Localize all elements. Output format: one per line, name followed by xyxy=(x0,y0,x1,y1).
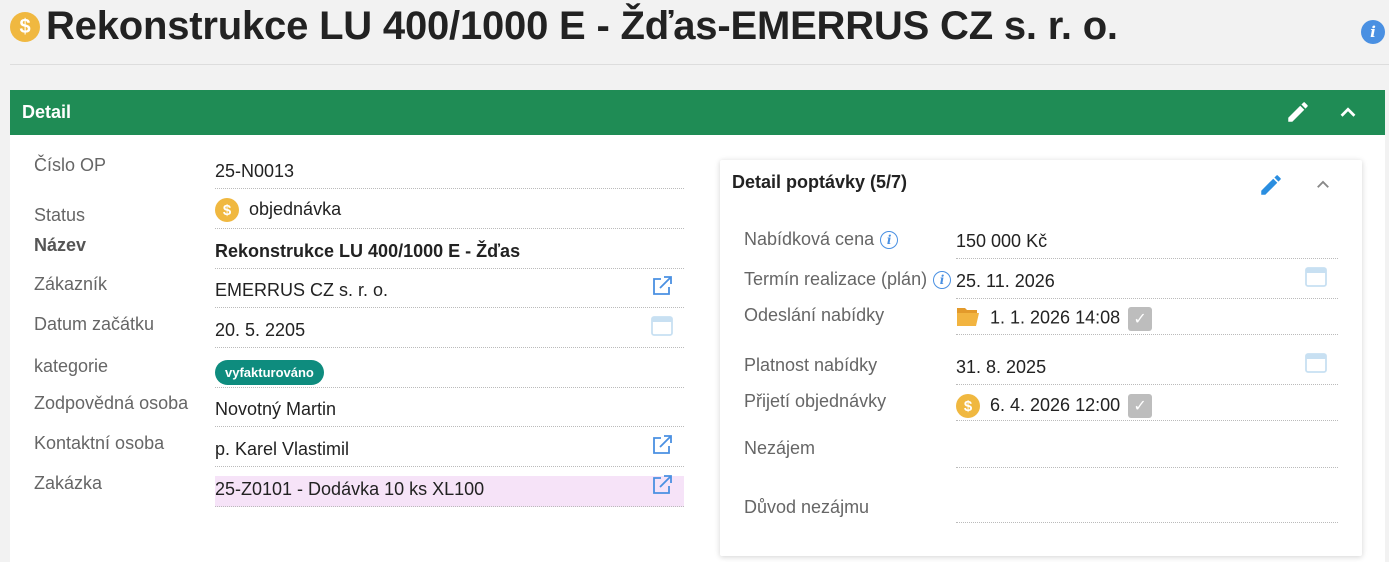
row-duvod: Důvod nezájmu xyxy=(744,482,1338,523)
row-zakazka: Zakázka 25-Z0101 - Dodávka 10 ks XL100 xyxy=(34,466,684,507)
checkmark-icon[interactable]: ✓ xyxy=(1128,306,1153,331)
title-bar: $ Rekonstrukce LU 400/1000 E - Žďas-EMER… xyxy=(0,0,1389,64)
calendar-icon[interactable] xyxy=(1304,264,1328,293)
row-prijeti: Přijetí objednávky $6. 4. 2026 12:00 ✓ xyxy=(744,380,1338,421)
value-zakaznik-field[interactable]: EMERRUS CZ s. r. o. xyxy=(215,267,684,308)
label-zakaznik: Zákazník xyxy=(34,274,108,294)
label-prijeti: Přijetí objednávky xyxy=(744,391,887,411)
row-kategorie: kategorie vyfakturováno xyxy=(34,347,684,388)
calendar-icon[interactable] xyxy=(1304,350,1328,379)
dollar-coin-icon: $ xyxy=(10,12,40,42)
info-icon[interactable]: i xyxy=(1361,20,1385,44)
value-cislo-op: 25-N0013 xyxy=(215,161,295,181)
info-icon[interactable]: i xyxy=(880,231,899,250)
edit-pencil-icon[interactable] xyxy=(1258,172,1284,203)
row-platnost: Platnost nabídky 31. 8. 2025 xyxy=(744,344,1338,385)
value-odeslani: 1. 1. 2026 14:08 xyxy=(990,307,1121,328)
collapse-chevron-icon[interactable] xyxy=(1314,176,1332,199)
row-nezajem: Nezájem xyxy=(744,427,1338,468)
value-cislo-op-field[interactable]: 25-N0013 xyxy=(215,148,684,189)
value-datum-field[interactable]: 20. 5. 2205 xyxy=(215,307,684,348)
value-datum: 20. 5. 2205 xyxy=(215,320,306,340)
value-zakazka-field[interactable]: 25-Z0101 - Dodávka 10 ks XL100 xyxy=(215,473,684,507)
row-cislo-op: Číslo OP 25-N0013 xyxy=(34,148,684,189)
checkmark-icon[interactable]: ✓ xyxy=(1128,394,1153,418)
row-termin: Termín realizace (plán) i 25. 11. 2026 xyxy=(744,258,1338,299)
row-zodpovedna: Zodpovědná osoba Novotný Martin xyxy=(34,386,684,427)
value-platnost: 31. 8. 2025 xyxy=(956,357,1047,377)
row-cena: Nabídková cena i 150 000 Kč xyxy=(744,218,1338,259)
value-kontaktni: p. Karel Vlastimil xyxy=(215,439,350,459)
value-nazev-field[interactable]: Rekonstrukce LU 400/1000 E - Žďas xyxy=(215,228,684,269)
external-link-icon[interactable] xyxy=(650,433,674,462)
value-zakaznik: EMERRUS CZ s. r. o. xyxy=(215,280,389,300)
label-datum: Datum začátku xyxy=(34,314,155,334)
detail-poptavky-card: Detail poptávky (5/7) Nabídková cena i 15… xyxy=(720,160,1362,556)
label-cena: Nabídková cena xyxy=(744,229,875,249)
value-zodpovedna-field[interactable]: Novotný Martin xyxy=(215,386,684,427)
value-cena: 150 000 Kč xyxy=(956,231,1048,251)
value-cena-field[interactable]: 150 000 Kč xyxy=(956,218,1338,259)
value-zakazka: 25-Z0101 - Dodávka 10 ks XL100 xyxy=(215,479,485,499)
label-cislo-op: Číslo OP xyxy=(34,155,107,175)
value-prijeti-field[interactable]: $6. 4. 2026 12:00 ✓ xyxy=(956,380,1338,421)
collapse-chevron-icon[interactable] xyxy=(1337,102,1359,129)
label-odeslani: Odeslání nabídky xyxy=(744,305,885,325)
detail-panel-header: Detail xyxy=(10,90,1385,135)
value-platnost-field[interactable]: 31. 8. 2025 xyxy=(956,344,1338,385)
label-zodpovedna: Zodpovědná osoba xyxy=(34,393,189,413)
dollar-coin-icon: $ xyxy=(215,198,239,222)
row-status: Status $ objednávka xyxy=(34,188,684,229)
value-kontaktni-field[interactable]: p. Karel Vlastimil xyxy=(215,426,684,467)
row-odeslani: Odeslání nabídky 1. 1. 2026 14:08 ✓ xyxy=(744,294,1338,335)
label-kontaktni: Kontaktní osoba xyxy=(34,433,165,453)
page-title: Rekonstrukce LU 400/1000 E - Žďas-EMERRU… xyxy=(46,4,1118,48)
label-termin: Termín realizace (plán) xyxy=(744,269,928,289)
title-divider xyxy=(10,64,1389,65)
label-nezajem: Nezájem xyxy=(744,438,816,458)
value-duvod-field[interactable] xyxy=(956,482,1338,523)
row-datum: Datum začátku 20. 5. 2205 xyxy=(34,307,684,348)
value-termin-field[interactable]: 25. 11. 2026 xyxy=(956,258,1338,299)
open-folder-icon xyxy=(956,305,980,332)
value-nazev: Rekonstrukce LU 400/1000 E - Žďas xyxy=(215,241,521,261)
dollar-coin-icon: $ xyxy=(956,394,980,418)
value-zodpovedna: Novotný Martin xyxy=(215,399,337,419)
label-kategorie: kategorie xyxy=(34,356,109,376)
row-nazev: Název Rekonstrukce LU 400/1000 E - Žďas xyxy=(34,228,684,269)
label-nazev: Název xyxy=(34,235,87,255)
row-zakaznik: Zákazník EMERRUS CZ s. r. o. xyxy=(34,267,684,308)
label-zakazka: Zakázka xyxy=(34,473,103,493)
label-status: Status xyxy=(34,205,86,225)
value-prijeti: 6. 4. 2026 12:00 xyxy=(990,394,1121,415)
edit-pencil-icon[interactable] xyxy=(1285,99,1311,130)
label-duvod: Důvod nezájmu xyxy=(744,497,870,517)
row-kontaktni: Kontaktní osoba p. Karel Vlastimil xyxy=(34,426,684,467)
category-badge: vyfakturováno xyxy=(215,360,324,385)
value-odeslani-field[interactable]: 1. 1. 2026 14:08 ✓ xyxy=(956,294,1338,335)
info-icon[interactable]: i xyxy=(933,271,952,290)
value-status-field[interactable]: $ objednávka xyxy=(215,188,684,229)
card-title: Detail poptávky (5/7) xyxy=(732,172,908,192)
value-termin: 25. 11. 2026 xyxy=(956,271,1055,291)
panel-title: Detail xyxy=(22,102,72,122)
external-link-icon[interactable] xyxy=(650,274,674,303)
calendar-icon[interactable] xyxy=(650,313,674,342)
value-status: objednávka xyxy=(249,198,342,219)
value-nezajem-field[interactable] xyxy=(956,427,1338,468)
label-platnost: Platnost nabídky xyxy=(744,355,878,375)
value-kategorie-field[interactable]: vyfakturováno xyxy=(215,347,684,388)
external-link-icon[interactable] xyxy=(650,473,674,502)
